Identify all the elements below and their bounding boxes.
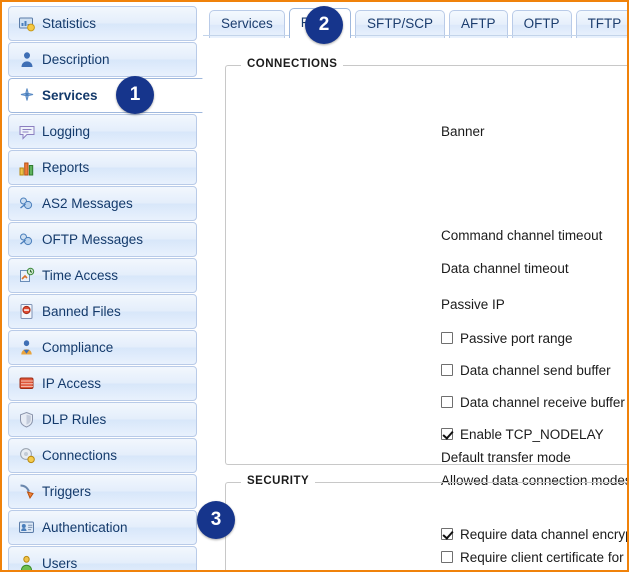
tab-services[interactable]: Services xyxy=(209,10,285,38)
security-checkbox-row[interactable]: Require client certificate for data chan… xyxy=(441,569,627,570)
sidebar-item-description[interactable]: Description xyxy=(8,42,197,77)
security-checkbox-row[interactable]: Require client certificate for authentic… xyxy=(441,546,627,568)
statistics-icon xyxy=(18,15,35,32)
security-checkbox-label: Require data channel encryption xyxy=(460,527,627,542)
compliance-icon xyxy=(18,339,35,356)
security-checkbox[interactable] xyxy=(441,528,453,540)
connections-icon xyxy=(18,447,35,464)
tab-strip: ServicesFTP/SSFTP/SCPAFTPOFTPTFTP xyxy=(203,2,627,42)
reports-icon xyxy=(18,159,35,176)
logging-icon xyxy=(18,123,35,140)
sidebar-item-label: Statistics xyxy=(42,16,96,31)
tab-label: SFTP/SCP xyxy=(367,16,433,31)
data-channel-timeout-label: Data channel timeout xyxy=(441,257,569,279)
sidebar-item-time-access[interactable]: Time Access xyxy=(8,258,197,293)
ftps-settings-panel: CONNECTIONS Banner Command channel timeo… xyxy=(203,42,627,570)
step-badge-3: 3 xyxy=(197,501,235,539)
data-channel-receive-buffer-row[interactable]: Data channel receive buffer xyxy=(441,391,625,413)
data-channel-send-buffer-row[interactable]: Data channel send buffer xyxy=(441,359,611,381)
sidebar-item-label: Authentication xyxy=(42,520,128,535)
sidebar-item-banned-files[interactable]: Banned Files xyxy=(8,294,197,329)
services-icon xyxy=(18,87,35,104)
sidebar-item-ip-access[interactable]: IP Access xyxy=(8,366,197,401)
command-channel-timeout-label: Command channel timeout xyxy=(441,224,602,246)
tab-label: Services xyxy=(221,16,273,31)
dlp-rules-icon xyxy=(18,411,35,428)
sidebar-item-label: Compliance xyxy=(42,340,113,355)
passive-port-range-row[interactable]: Passive port range xyxy=(441,327,573,349)
sidebar-item-logging[interactable]: Logging xyxy=(8,114,197,149)
sidebar-item-connections[interactable]: Connections xyxy=(8,438,197,473)
authentication-icon xyxy=(18,519,35,536)
data-channel-send-buffer-checkbox[interactable] xyxy=(441,364,453,376)
sidebar-item-reports[interactable]: Reports xyxy=(8,150,197,185)
step-badge-1: 1 xyxy=(116,76,154,114)
sidebar-item-as2-messages[interactable]: AS2 Messages xyxy=(8,186,197,221)
sidebar-item-label: IP Access xyxy=(42,376,101,391)
application-window: Statistics Description Services Logging Repo… xyxy=(0,0,629,572)
sidebar-item-triggers[interactable]: Triggers xyxy=(8,474,197,509)
sidebar-item-dlp-rules[interactable]: DLP Rules xyxy=(8,402,197,437)
time-access-icon xyxy=(18,267,35,284)
sidebar: Statistics Description Services Logging Repo… xyxy=(2,2,203,570)
tab-label: AFTP xyxy=(461,16,496,31)
as2-messages-icon xyxy=(18,195,35,212)
users-icon xyxy=(18,555,35,570)
tab-tftp[interactable]: TFTP xyxy=(576,10,627,38)
connections-legend: CONNECTIONS xyxy=(241,58,343,70)
tab-label: OFTP xyxy=(524,16,560,31)
oftp-messages-icon xyxy=(18,231,35,248)
sidebar-item-label: OFTP Messages xyxy=(42,232,143,247)
sidebar-item-label: Triggers xyxy=(42,484,91,499)
sidebar-item-services[interactable]: Services xyxy=(8,78,203,113)
content-area: ServicesFTP/SSFTP/SCPAFTPOFTPTFTP CONNEC… xyxy=(203,2,627,570)
security-checkbox-row[interactable]: Require data channel encryption xyxy=(441,523,627,545)
ip-access-icon xyxy=(18,375,35,392)
sidebar-item-label: Connections xyxy=(42,448,117,463)
sidebar-item-label: Logging xyxy=(42,124,90,139)
tcp-nodelay-row[interactable]: Enable TCP_NODELAY xyxy=(441,423,604,445)
sidebar-item-label: Banned Files xyxy=(42,304,121,319)
tab-label: TFTP xyxy=(588,16,622,31)
security-checkbox[interactable] xyxy=(441,551,453,563)
sidebar-item-label: Time Access xyxy=(42,268,118,283)
sidebar-item-authentication[interactable]: Authentication xyxy=(8,510,197,545)
passive-port-range-checkbox[interactable] xyxy=(441,332,453,344)
sidebar-item-statistics[interactable]: Statistics xyxy=(8,6,197,41)
data-channel-receive-buffer-checkbox[interactable] xyxy=(441,396,453,408)
sidebar-item-label: Description xyxy=(42,52,110,67)
banner-label: Banner xyxy=(441,120,485,142)
sidebar-item-compliance[interactable]: Compliance xyxy=(8,330,197,365)
default-transfer-mode-label: Default transfer mode xyxy=(441,446,571,468)
sidebar-item-label: AS2 Messages xyxy=(42,196,133,211)
banned-files-icon xyxy=(18,303,35,320)
sidebar-item-oftp-messages[interactable]: OFTP Messages xyxy=(8,222,197,257)
security-checkbox-label: Require client certificate for authentic… xyxy=(460,550,627,565)
sidebar-item-label: DLP Rules xyxy=(42,412,106,427)
description-icon xyxy=(18,51,35,68)
triggers-icon xyxy=(18,483,35,500)
sidebar-item-label: Users xyxy=(42,556,77,570)
tab-oftp[interactable]: OFTP xyxy=(512,10,572,38)
tab-aftp[interactable]: AFTP xyxy=(449,10,508,38)
security-legend: SECURITY xyxy=(241,475,315,487)
passive-ip-label: Passive IP xyxy=(441,293,505,315)
tcp-nodelay-checkbox[interactable] xyxy=(441,428,453,440)
sidebar-item-label: Services xyxy=(42,88,98,103)
tab-sftp-scp[interactable]: SFTP/SCP xyxy=(355,10,445,38)
sidebar-item-users[interactable]: Users xyxy=(8,546,197,570)
sidebar-item-label: Reports xyxy=(42,160,89,175)
step-badge-2: 2 xyxy=(305,6,343,44)
